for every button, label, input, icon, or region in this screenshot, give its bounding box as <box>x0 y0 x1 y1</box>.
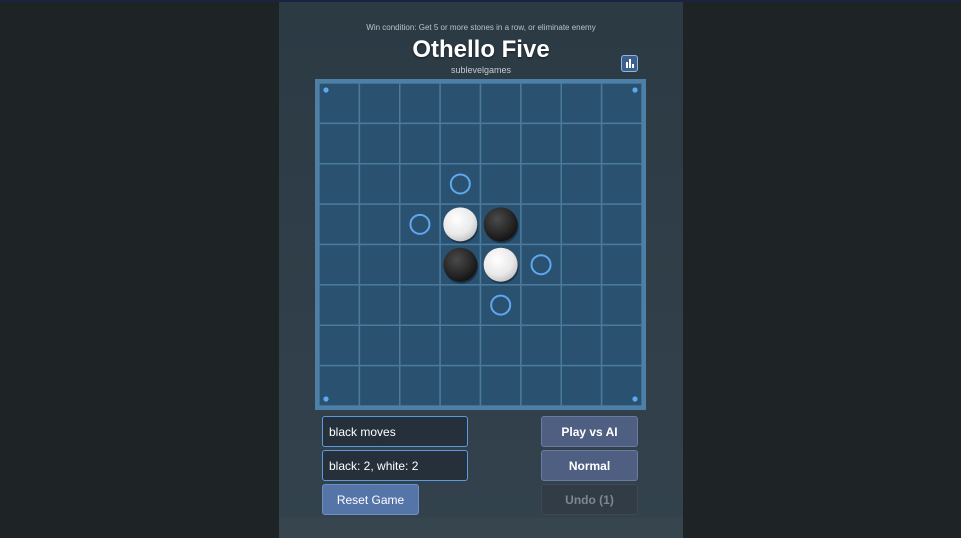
board-cell[interactable] <box>439 83 482 125</box>
board-cell[interactable] <box>439 122 482 165</box>
board-cell[interactable] <box>520 284 562 326</box>
black-stone <box>443 247 478 282</box>
board-cell[interactable] <box>520 163 562 205</box>
board-cell[interactable] <box>479 83 522 125</box>
board-cell[interactable] <box>358 243 401 286</box>
board-cell[interactable] <box>399 284 441 326</box>
black-stone <box>483 207 518 242</box>
board-cell[interactable] <box>439 324 482 367</box>
game-board[interactable] <box>315 79 646 410</box>
board-cell[interactable] <box>520 83 562 125</box>
board-cell[interactable] <box>479 324 522 367</box>
board-cell[interactable] <box>479 364 522 406</box>
corner-dot <box>323 87 329 93</box>
white-stone <box>443 207 478 242</box>
board-cell[interactable] <box>439 284 482 326</box>
board-cell[interactable] <box>600 203 642 246</box>
board-cell[interactable] <box>520 324 562 367</box>
board-cell[interactable] <box>319 324 361 367</box>
stats-button[interactable] <box>621 55 638 72</box>
board-cell[interactable] <box>600 163 642 205</box>
board-cell[interactable] <box>399 243 441 286</box>
corner-dot <box>632 396 638 402</box>
board-cell[interactable] <box>600 122 642 165</box>
board-cell[interactable] <box>560 203 603 246</box>
board-cell[interactable] <box>479 122 522 165</box>
board-cell[interactable] <box>520 364 562 406</box>
board-cell[interactable] <box>479 163 522 205</box>
board-cell[interactable] <box>560 243 603 286</box>
score-status: black: 2, white: 2 <box>322 450 468 481</box>
win-condition-text: Win condition: Get 5 or more stones in a… <box>366 23 596 32</box>
undo-button[interactable]: Undo (1) <box>541 484 638 515</box>
board-cell[interactable] <box>319 243 361 286</box>
board-cell[interactable] <box>319 203 361 246</box>
board-cell[interactable] <box>358 163 401 205</box>
board-cell[interactable] <box>319 122 361 165</box>
panel-footer <box>279 518 683 538</box>
board-grid[interactable] <box>319 83 642 406</box>
board-cell[interactable] <box>520 122 562 165</box>
board-cell[interactable] <box>560 163 603 205</box>
board-cell[interactable] <box>600 324 642 367</box>
board-cell[interactable] <box>520 243 562 286</box>
board-cell[interactable] <box>358 203 401 246</box>
board-cell[interactable] <box>399 364 441 406</box>
bar-chart-icon-bar <box>631 64 634 68</box>
board-cell[interactable] <box>560 324 603 367</box>
corner-dot <box>323 396 329 402</box>
board-cell[interactable] <box>560 83 603 125</box>
bar-chart-icon-bar <box>628 59 631 68</box>
board-cell[interactable] <box>560 122 603 165</box>
board-cell[interactable] <box>439 163 482 205</box>
corner-dot <box>632 87 638 93</box>
board-cell[interactable] <box>319 163 361 205</box>
board-cell[interactable] <box>399 83 441 125</box>
board-cell[interactable] <box>358 122 401 165</box>
play-vs-ai-button[interactable]: Play vs AI <box>541 416 638 447</box>
board-cell[interactable] <box>358 284 401 326</box>
board-cell[interactable] <box>560 364 603 406</box>
board-cell[interactable] <box>399 122 441 165</box>
board-cell[interactable] <box>399 163 441 205</box>
bar-chart-icon <box>625 62 628 68</box>
difficulty-button[interactable]: Normal <box>541 450 638 481</box>
turn-status: black moves <box>322 416 468 447</box>
white-stone <box>483 247 518 282</box>
board-cell[interactable] <box>319 284 361 326</box>
board-cell[interactable] <box>600 284 642 326</box>
board-cell[interactable] <box>479 284 522 326</box>
board-cell[interactable] <box>560 284 603 326</box>
reset-game-button[interactable]: Reset Game <box>322 484 419 515</box>
board-cell[interactable] <box>520 203 562 246</box>
board-cell[interactable] <box>600 243 642 286</box>
board-cell[interactable] <box>358 324 401 367</box>
board-cell[interactable] <box>439 364 482 406</box>
board-cell[interactable] <box>358 83 401 125</box>
board-cell[interactable] <box>358 364 401 406</box>
board-cell[interactable] <box>399 203 441 246</box>
board-cell[interactable] <box>399 324 441 367</box>
